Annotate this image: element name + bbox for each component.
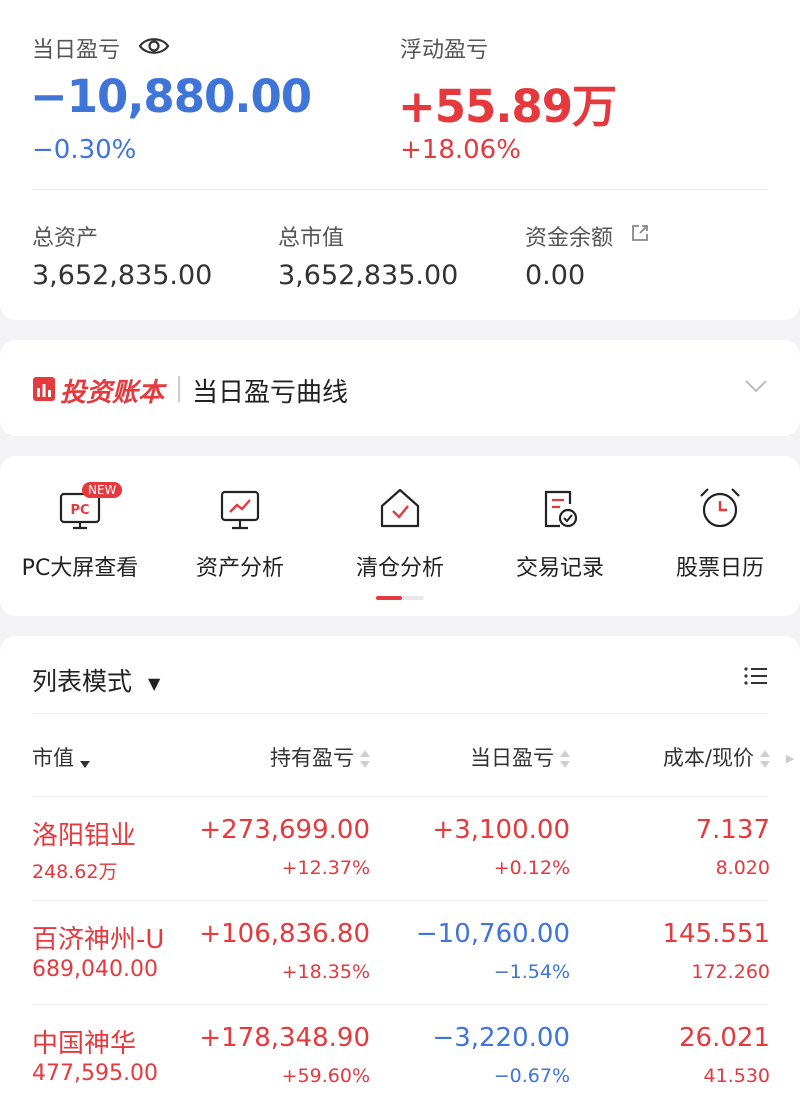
list-menu-icon[interactable] [744, 666, 768, 690]
feature-pc-screen[interactable]: PC NEW PC大屏查看 [0, 482, 160, 582]
total-assets-label: 总资产 [32, 226, 99, 251]
column-label: 持有盈亏 [270, 746, 354, 770]
trade-record-icon [536, 484, 584, 532]
stock-market-value: 477,595.00 [32, 1061, 158, 1086]
chevron-down-icon[interactable] [744, 378, 768, 398]
feature-asset-analysis[interactable]: 资产分析 [160, 484, 320, 582]
day-pl-pct: −1.54% [493, 961, 570, 983]
stock-name: 中国神华 [32, 1029, 137, 1059]
column-label: 市值 [32, 746, 74, 770]
sort-icon [760, 748, 770, 770]
sort-icon [360, 748, 370, 770]
current-price: 172.260 [691, 961, 770, 983]
pc-screen-icon: PC NEW [56, 482, 123, 532]
ledger-logo-icon [32, 374, 56, 406]
scroll-right-icon[interactable]: ▶ [786, 752, 794, 765]
column-day-pl[interactable]: 当日盈亏 [470, 742, 570, 772]
table-row[interactable]: 中国神华 477,595.00 +178,348.90 +59.60% −3,2… [0, 1005, 800, 1109]
cost-price: 145.551 [662, 919, 770, 949]
list-mode-label: 列表模式 [32, 667, 133, 696]
daily-pl-value: −10,880.00 [30, 70, 312, 123]
day-pl-pct: −0.67% [493, 1065, 570, 1087]
hold-pl-pct: +59.60% [281, 1065, 370, 1087]
daily-pl-label: 当日盈亏 [32, 38, 121, 63]
day-pl: +3,100.00 [432, 815, 570, 845]
day-pl: −3,220.00 [432, 1023, 570, 1053]
float-pl-label: 浮动盈亏 [400, 38, 489, 63]
feature-label: PC大屏查看 [21, 556, 139, 581]
feature-trade-record[interactable]: 交易记录 [480, 484, 640, 582]
cash-balance-label: 资金余额 [525, 226, 614, 251]
divider [32, 713, 768, 714]
stock-market-value: 248.62万 [32, 861, 118, 883]
alarm-clock-icon [696, 484, 744, 532]
hold-pl: +106,836.80 [199, 919, 370, 949]
account-summary-card: 当日盈亏 −10,880.00 −0.30% 浮动盈亏 +55.89万 +18.… [0, 0, 800, 320]
table-row[interactable]: 百济神州-U 689,040.00 +106,836.80 +18.35% −1… [0, 901, 800, 1005]
table-row[interactable]: 洛阳钼业 248.62万 +273,699.00 +12.37% +3,100.… [0, 797, 800, 901]
sort-icon [560, 748, 570, 770]
svg-text:PC: PC [70, 503, 89, 518]
list-mode-toggle[interactable]: 列表模式 ▼ [32, 662, 160, 698]
market-value-label: 总市值 [278, 226, 345, 251]
page-indicator-active [376, 596, 402, 600]
new-badge: NEW [82, 482, 123, 498]
day-pl-pct: +0.12% [493, 857, 570, 879]
feature-label: 交易记录 [515, 556, 604, 581]
external-link-icon[interactable] [630, 223, 650, 247]
cost-price: 7.137 [695, 815, 770, 845]
hold-pl-pct: +18.35% [281, 961, 370, 983]
market-value-value: 3,652,835.00 [278, 260, 459, 291]
ledger-brand: 投资账本 [60, 378, 165, 408]
column-cost-price[interactable]: 成本/现价 [663, 742, 770, 772]
daily-pl-pct: −0.30% [32, 135, 137, 165]
current-price: 41.530 [703, 1065, 770, 1087]
current-price: 8.020 [715, 857, 770, 879]
feature-label: 清仓分析 [355, 556, 444, 581]
triangle-down-icon: ▼ [147, 673, 161, 693]
asset-analysis-icon [216, 484, 264, 532]
feature-stock-calendar[interactable]: 股票日历 [640, 484, 800, 582]
divider [32, 189, 768, 190]
stock-name: 百济神州-U [32, 925, 165, 955]
sort-icon [80, 748, 90, 770]
brand-separator [178, 376, 180, 402]
hold-pl: +273,699.00 [199, 815, 370, 845]
column-label: 成本/现价 [662, 746, 754, 770]
clearance-analysis-icon [376, 484, 424, 532]
pl-curve-bar[interactable]: 投资账本 当日盈亏曲线 [0, 340, 800, 436]
stock-name: 洛阳钼业 [32, 821, 137, 851]
pl-curve-label: 当日盈亏曲线 [192, 378, 349, 408]
feature-label: 资产分析 [195, 556, 284, 581]
float-pl-pct: +18.06% [400, 135, 521, 165]
holdings-list: 列表模式 ▼ 市值 持有盈亏 当日盈亏 成本/现价 ▶ 洛阳钼业 248.62万… [0, 636, 800, 1119]
feature-clearance-analysis[interactable]: 清仓分析 [320, 484, 480, 582]
column-label: 当日盈亏 [470, 746, 554, 770]
total-assets-value: 3,652,835.00 [32, 260, 213, 291]
hold-pl: +178,348.90 [199, 1023, 370, 1053]
column-market-value[interactable]: 市值 [32, 742, 90, 772]
cash-balance-value: 0.00 [525, 260, 586, 291]
hold-pl-pct: +12.37% [281, 857, 370, 879]
stock-market-value: 689,040.00 [32, 957, 158, 982]
feature-shortcuts: PC NEW PC大屏查看 资产分析 清仓分析 交易记录 股票日历 [0, 456, 800, 616]
feature-label: 股票日历 [675, 556, 764, 581]
column-hold-pl[interactable]: 持有盈亏 [270, 742, 370, 772]
page-indicator-inactive [402, 596, 424, 600]
float-pl-value: +55.89万 [398, 80, 617, 133]
eye-icon[interactable] [138, 35, 170, 61]
cost-price: 26.021 [679, 1023, 770, 1053]
day-pl: −10,760.00 [415, 919, 570, 949]
